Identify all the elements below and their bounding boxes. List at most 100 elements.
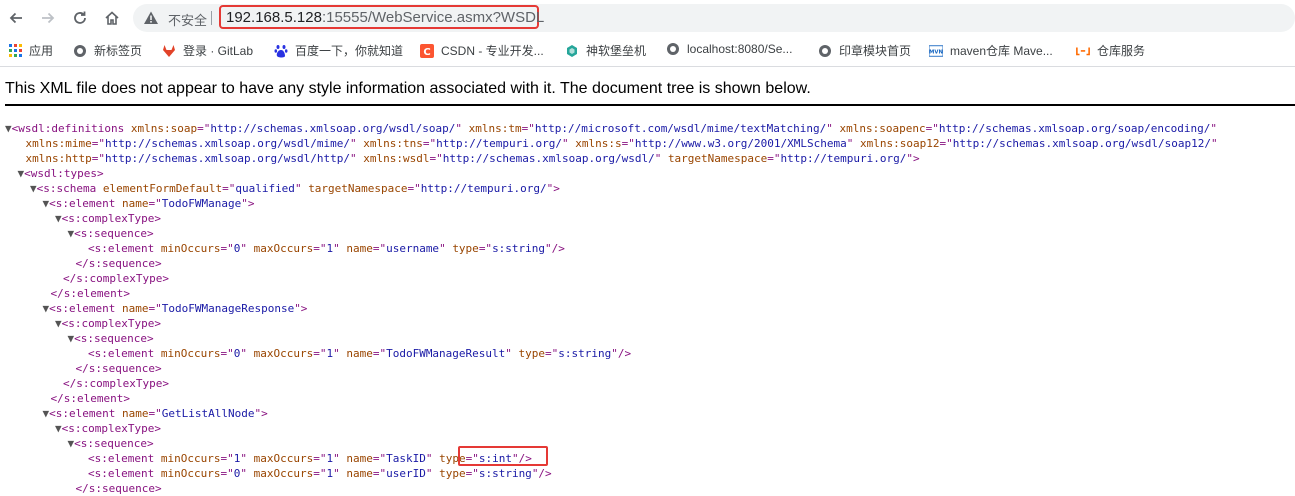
xml-tag-text: " xyxy=(439,242,453,255)
bookmark-apps[interactable]: 应用 xyxy=(8,42,53,59)
collapse-toggle-icon[interactable]: ▼ xyxy=(55,212,62,225)
xml-line: ▼<s:element name="GetListAllNode"> xyxy=(43,406,268,421)
xml-attr-value: http://schemas.xmlsoap.org/soap/encoding… xyxy=(938,122,1211,135)
xml-attr-value: s:string xyxy=(558,347,612,360)
xml-tag-text: </s:element> xyxy=(50,287,130,300)
xml-tag-text: =" xyxy=(313,452,327,465)
forward-button[interactable] xyxy=(37,7,59,29)
bookmark-seal-module[interactable]: 印章模块首页 xyxy=(818,42,911,59)
xml-tag-text: <s:element xyxy=(49,302,122,315)
bookmark-label: 印章模块首页 xyxy=(839,44,912,58)
reload-icon xyxy=(74,11,86,24)
xml-tag-text: </s:sequence> xyxy=(75,482,162,495)
xml-attr-name: maxOccurs xyxy=(253,467,314,480)
reload-button[interactable] xyxy=(69,7,91,29)
collapse-toggle-icon[interactable]: ▼ xyxy=(55,422,62,435)
warning-triangle-icon[interactable] xyxy=(143,10,159,26)
xml-attr-value: http://schemas.xmlsoap.org/wsdl/soap/ xyxy=(210,122,456,135)
baidu-icon xyxy=(274,44,288,58)
xml-tag-text: =" xyxy=(372,452,387,465)
xml-attr-value: TodoFWManageResponse xyxy=(161,302,295,315)
xml-attr-name: elementFormDefault xyxy=(102,182,223,195)
xml-attr-name: name xyxy=(346,242,373,255)
xml-tag-text: " xyxy=(1211,137,1218,150)
xml-tag-text: "/> xyxy=(531,467,552,480)
bookmark-gitlab[interactable]: 登录 · GitLab xyxy=(162,42,253,59)
xml-tag-text: =" xyxy=(220,467,234,480)
xml-tag-text: =" xyxy=(148,407,162,420)
xml-attr-value: http://tempuri.org/ xyxy=(780,152,907,165)
xml-tag-text: </s:complexType> xyxy=(63,377,169,390)
xml-tag-text: <s:complexType> xyxy=(61,212,161,225)
not-secure-label[interactable]: 不安全 xyxy=(168,10,207,29)
home-button[interactable] xyxy=(101,7,123,29)
svg-text:MVN: MVN xyxy=(929,49,943,55)
bookmark-localhost[interactable]: localhost:8080/Se... xyxy=(666,42,792,56)
bookmark-label: 新标签页 xyxy=(94,44,143,58)
xml-line: ▼<s:sequence> xyxy=(68,331,154,346)
xml-attr-name: minOccurs xyxy=(160,242,221,255)
xml-attr-name: type xyxy=(439,467,466,480)
xml-tag-text: " xyxy=(826,122,840,135)
bookmark-maven[interactable]: MVN maven仓库 Mave... xyxy=(929,42,1053,59)
xml-attr-name: xmlns:wsdl xyxy=(363,152,430,165)
xml-attr-name: xmlns:s xyxy=(575,137,622,150)
xml-tag-text: =" xyxy=(372,467,387,480)
xml-line: xmlns:mime=" http://schemas.xmlsoap.org/w… xyxy=(26,136,1218,151)
back-button[interactable] xyxy=(5,7,27,29)
bookmark-new-tab[interactable]: 新标签页 xyxy=(73,42,142,59)
bookmark-repo-service[interactable]: 仓库服务 xyxy=(1076,42,1145,59)
url-text[interactable]: 192.168.5.128:15555/WebService.asmx?WSDL xyxy=(226,9,544,26)
xml-line: ▼<s:sequence> xyxy=(68,226,154,241)
xml-tag-text: " xyxy=(240,347,254,360)
xml-tag-text: =" xyxy=(465,467,479,480)
bookmark-label: 应用 xyxy=(29,44,54,58)
xml-tag-text: " xyxy=(294,182,309,195)
xml-line: ▼<wsdl:types> xyxy=(18,166,104,181)
xml-tag-text: " xyxy=(333,452,347,465)
xml-tag-text: =" xyxy=(197,122,211,135)
collapse-toggle-icon[interactable]: ▼ xyxy=(55,317,62,330)
xml-tag-text: " xyxy=(333,347,347,360)
gitlab-icon xyxy=(162,44,176,58)
xml-tag-text: " xyxy=(1210,122,1218,135)
xml-tag-text: =" xyxy=(429,152,443,165)
xml-line: </s:sequence> xyxy=(76,481,162,496)
back-arrow-icon xyxy=(9,12,22,24)
address-bar[interactable]: 不安全 192.168.5.128:15555/WebService.asmx?… xyxy=(133,4,1295,32)
xml-line: <s:element minOccurs="0" maxOccurs="1" n… xyxy=(88,241,565,256)
xml-tag-text: =" xyxy=(767,152,781,165)
collapse-toggle-icon[interactable]: ▼ xyxy=(30,182,37,195)
xml-attr-name: targetNamespace xyxy=(667,152,768,165)
collapse-toggle-icon[interactable]: ▼ xyxy=(5,122,12,135)
xml-tag-text: =" xyxy=(313,467,327,480)
xml-tag-text: =" xyxy=(545,347,559,360)
xml-attr-value: qualified xyxy=(235,182,295,195)
xml-attr-value: userID xyxy=(386,467,426,480)
xml-attr-name: minOccurs xyxy=(160,452,221,465)
xml-tag-text: <s:sequence> xyxy=(74,437,154,450)
xml-tag-text: =" xyxy=(925,122,939,135)
xml-attr-value: http://www.w3.org/2001/XMLSchema xyxy=(634,137,847,150)
xml-tag-text: =" xyxy=(220,452,234,465)
maven-icon: MVN xyxy=(929,44,943,58)
xml-line: </s:sequence> xyxy=(76,361,162,376)
xml-line: xmlns:http="http://schemas.xmlsoap.org/w… xyxy=(26,151,920,166)
bookmark-baidu[interactable]: 百度一下，你就知道 xyxy=(274,42,403,59)
bookmark-label: maven仓库 Mave... xyxy=(950,44,1053,58)
bookmark-fortress[interactable]: 神软堡垒机 xyxy=(565,42,646,59)
xml-attr-name: name xyxy=(121,302,149,315)
xml-tag-text: " xyxy=(350,152,364,165)
bookmark-label: 神软堡垒机 xyxy=(586,44,647,58)
xml-attr-name: xmlns:mime xyxy=(25,137,92,150)
xml-line: </s:element> xyxy=(51,286,130,301)
xml-attr-value: http://schemas.xmlsoap.org/wsdl/ xyxy=(442,152,655,165)
xml-line: ▼<wsdl:definitions xmlns:soap="http://sc… xyxy=(5,121,1217,136)
xml-tag-text: <s:element xyxy=(88,467,161,480)
xml-attr-value: http://schemas.xmlsoap.org/wsdl/soap12/ xyxy=(952,137,1212,150)
xml-line: ▼<s:element name="TodoFWManage"> xyxy=(43,196,255,211)
xml-tag-text: =" xyxy=(91,137,105,150)
xml-tag-text: <s:element xyxy=(88,347,161,360)
xml-tag-text: <s:complexType> xyxy=(61,317,161,330)
bookmark-csdn[interactable]: C CSDN - 专业开发... xyxy=(420,42,544,59)
